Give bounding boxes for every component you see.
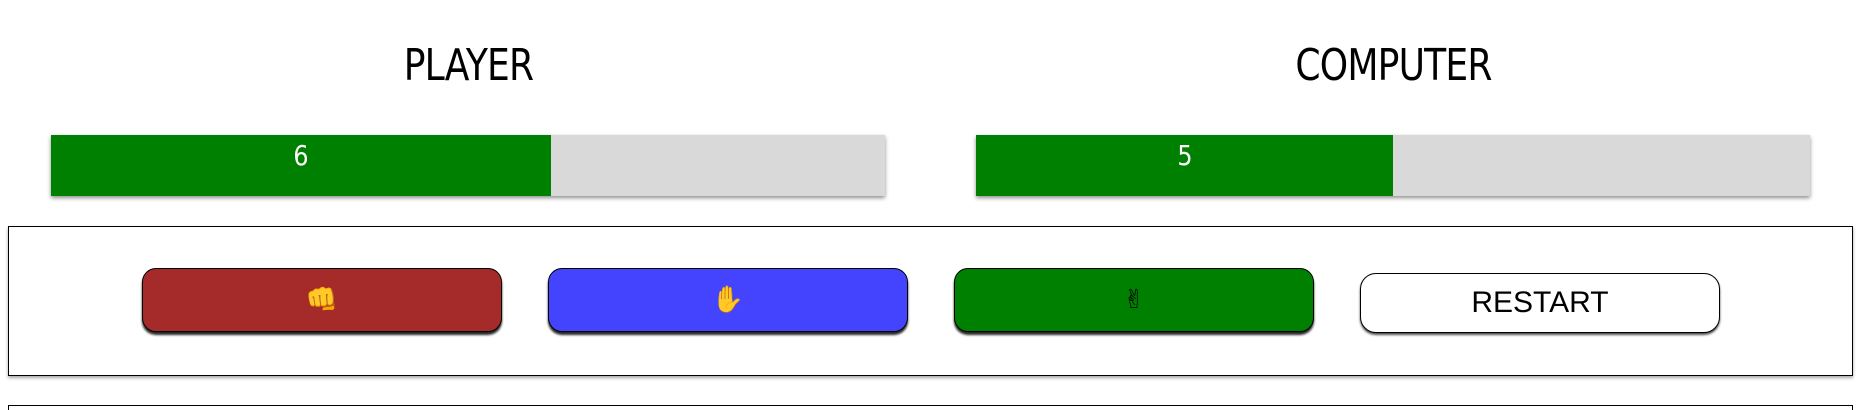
rock-button[interactable]: 👊 bbox=[142, 268, 502, 332]
computer-score-bar: 5 bbox=[976, 135, 1810, 196]
computer-title: COMPUTER bbox=[1295, 40, 1492, 91]
controls-panel: 👊 ✋ ✌ RESTART bbox=[8, 226, 1853, 376]
raised-hand-icon: ✋ bbox=[711, 285, 745, 315]
player-title: PLAYER bbox=[403, 40, 534, 91]
victory-hand-icon: ✌ bbox=[1123, 285, 1145, 315]
result-panel bbox=[8, 405, 1853, 410]
game-page: PLAYER COMPUTER 6 5 👊 ✋ ✌ RESTART bbox=[0, 0, 1862, 410]
paper-button[interactable]: ✋ bbox=[548, 268, 908, 332]
fist-icon: 👊 bbox=[305, 285, 339, 315]
player-score-label: 6 bbox=[293, 139, 309, 172]
restart-button[interactable]: RESTART bbox=[1360, 273, 1720, 333]
scissors-button[interactable]: ✌ bbox=[954, 268, 1314, 332]
player-score-bar: 6 bbox=[51, 135, 885, 196]
computer-score-label: 5 bbox=[1176, 139, 1193, 172]
